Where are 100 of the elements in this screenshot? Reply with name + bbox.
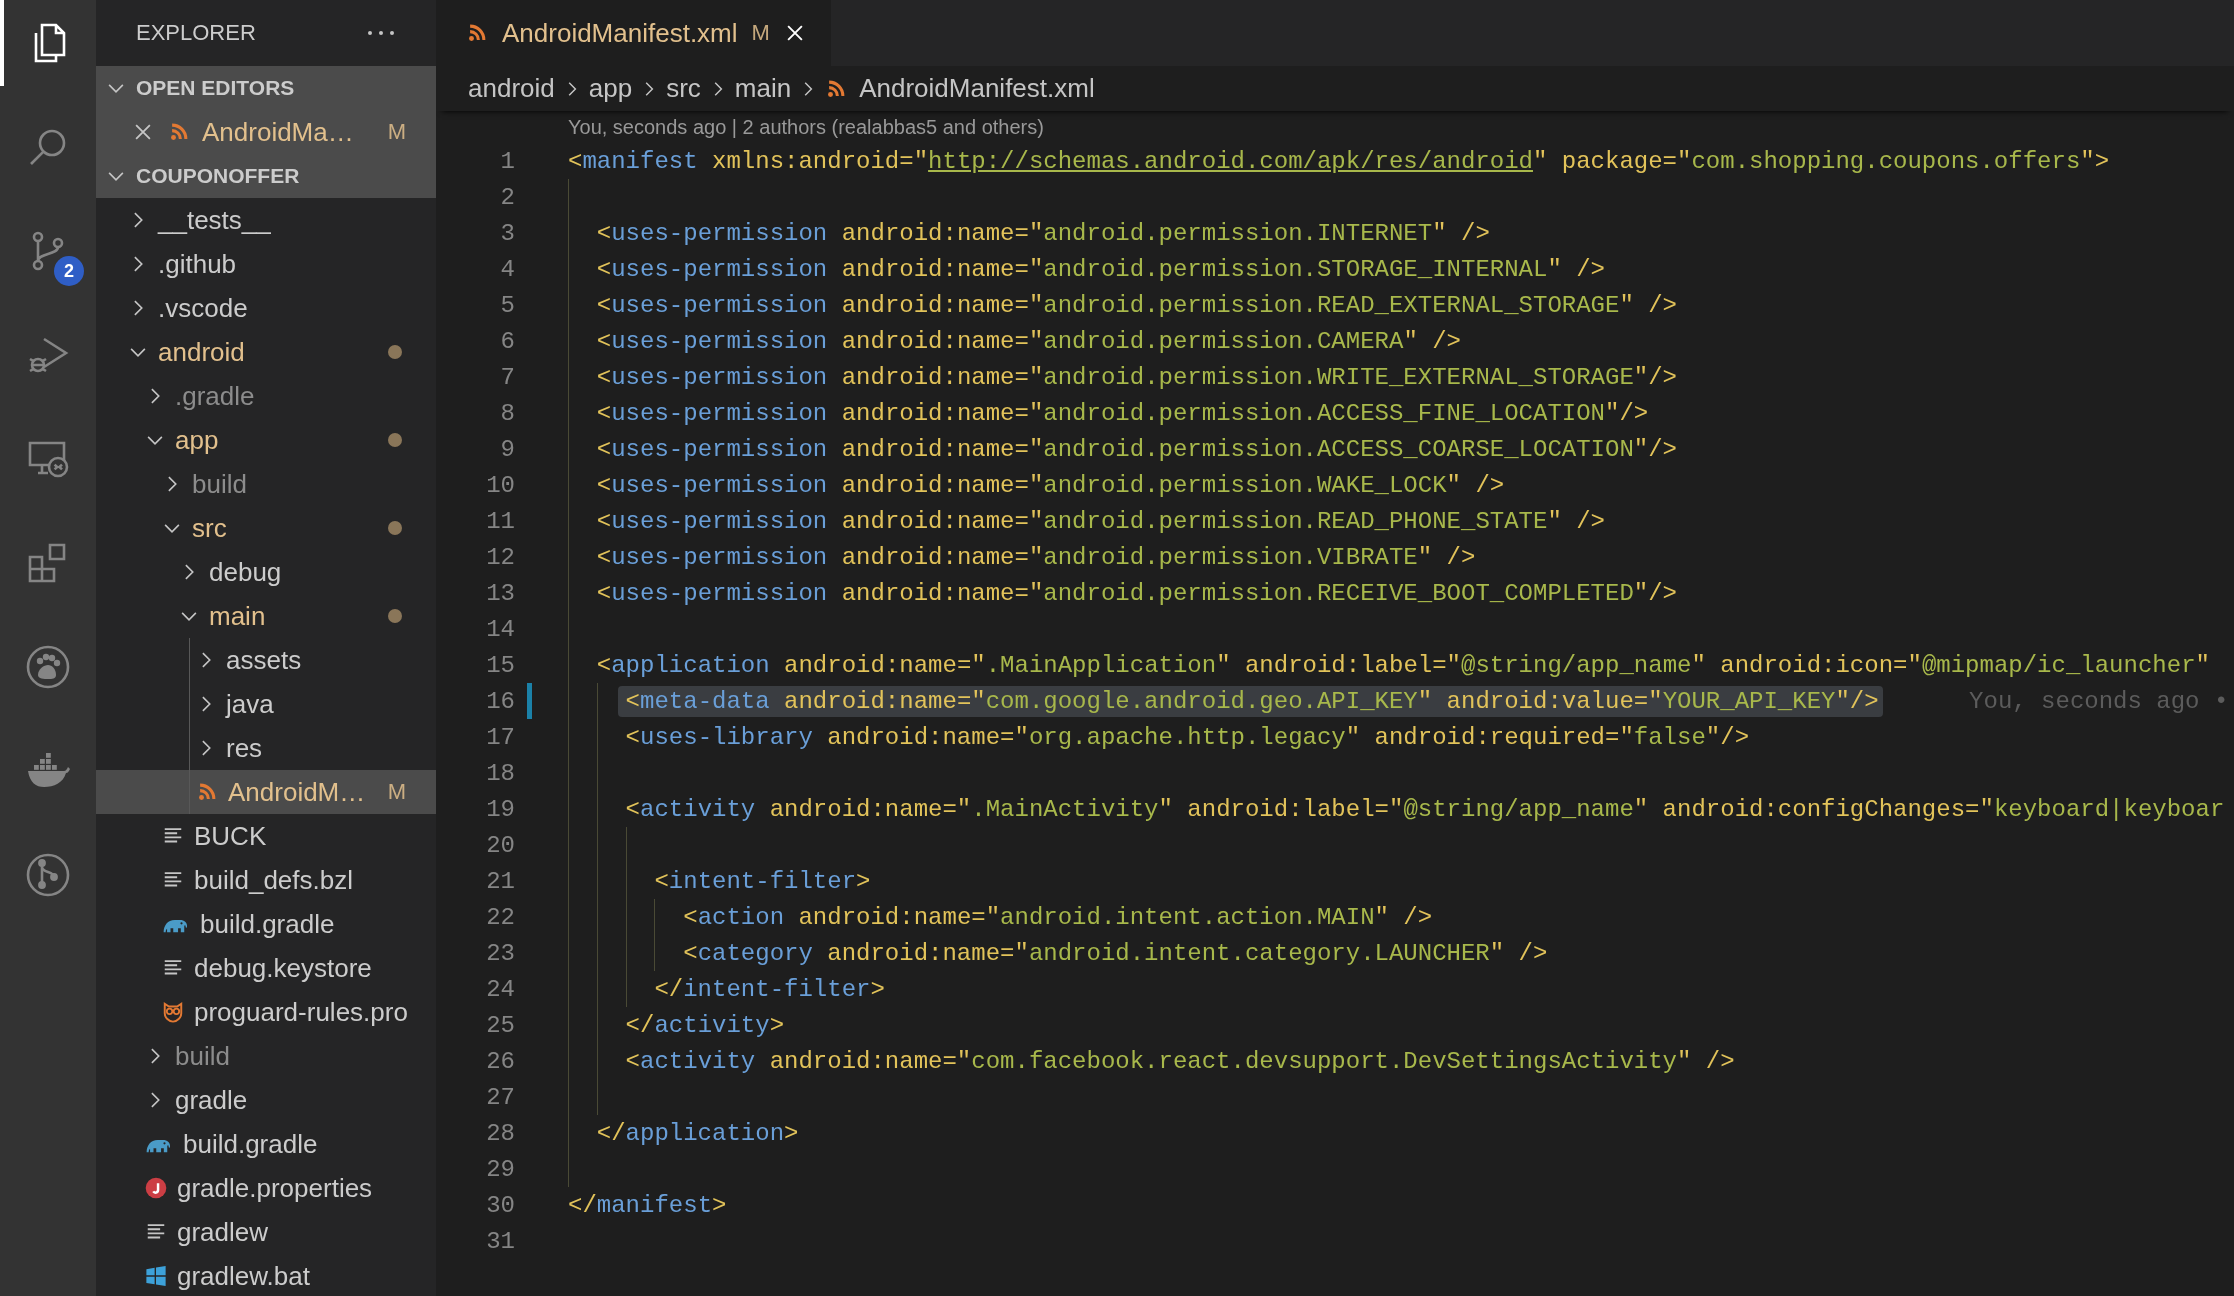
- git-status-label: M: [387, 779, 406, 805]
- code-line: </intent-filter>: [653, 975, 885, 1003]
- owl-icon: [162, 1001, 184, 1023]
- file-item[interactable]: AndroidM… M: [96, 770, 436, 814]
- code-line: <uses-permission android:name="android.permission.RECEIVE_BOOT_COMPLETED"/>: [595, 579, 1678, 607]
- folder-item[interactable]: assets: [96, 638, 436, 682]
- line-number: 12: [485, 543, 515, 571]
- section-header[interactable]: OPEN EDITORS: [96, 66, 436, 110]
- section-header[interactable]: COUPONOFFER: [96, 154, 436, 198]
- activity-bar-item[interactable]: 2: [0, 208, 96, 294]
- file-item[interactable]: gradlew.bat: [96, 1254, 436, 1296]
- rss-icon: [466, 22, 488, 44]
- code-line: </activity>: [624, 1011, 785, 1039]
- folder-item[interactable]: debug: [96, 550, 436, 594]
- file-item[interactable]: proguard-rules.pro: [96, 990, 436, 1034]
- more-icon[interactable]: [366, 28, 396, 38]
- codelens-text[interactable]: You, seconds ago | 2 authors (realabbas5 and others): [568, 115, 1044, 139]
- folder-item[interactable]: __tests__: [96, 198, 436, 242]
- file-item[interactable]: BUCK: [96, 814, 436, 858]
- line-number: 22: [485, 903, 515, 931]
- line-number: 14: [485, 615, 515, 643]
- folder-item[interactable]: .github: [96, 242, 436, 286]
- folder-item[interactable]: .gradle: [96, 374, 436, 418]
- line-number: 23: [485, 939, 515, 967]
- line-number: 6: [499, 327, 515, 355]
- code-line: <action android:name="android.intent.action.MAIN" />: [682, 903, 1433, 931]
- line-number: 10: [485, 471, 515, 499]
- line-number: 24: [485, 975, 515, 1003]
- paw-icon: [24, 643, 72, 691]
- code-line: </application>: [595, 1119, 799, 1147]
- line-number: 3: [499, 219, 515, 247]
- line-number: 17: [485, 723, 515, 751]
- open-editor-item[interactable]: AndroidMa… M: [96, 110, 436, 154]
- line-number: 13: [485, 579, 515, 607]
- file-item[interactable]: build.gradle: [96, 902, 436, 946]
- file-item[interactable]: build_defs.bzl: [96, 858, 436, 902]
- code-line: </manifest>: [568, 1191, 727, 1219]
- line-number: 1: [499, 147, 515, 175]
- code-line: <uses-permission android:name="android.permission.VIBRATE" />: [595, 543, 1476, 571]
- line-number: 20: [485, 831, 515, 859]
- folder-item[interactable]: res: [96, 726, 436, 770]
- folder-item[interactable]: gradle: [96, 1078, 436, 1122]
- line-number: 5: [499, 291, 515, 319]
- sidebar-title: EXPLORER: [136, 20, 256, 46]
- folder-item[interactable]: java: [96, 682, 436, 726]
- line-number: 28: [485, 1119, 515, 1147]
- code-line: <activity android:name=".MainActivity" android:label="@string/app_name" android:configChanges="keyboard|keyboar: [624, 795, 2225, 823]
- breadcrumb-item[interactable]: app: [588, 73, 633, 104]
- folder-item[interactable]: android: [96, 330, 436, 374]
- code-line: <uses-permission android:name="android.permission.READ_EXTERNAL_STORAGE" />: [595, 291, 1677, 319]
- file-item[interactable]: debug.keystore: [96, 946, 436, 990]
- folder-item[interactable]: app: [96, 418, 436, 462]
- file-item[interactable]: gradlew: [96, 1210, 436, 1254]
- line-number: 11: [485, 507, 515, 535]
- line-number: 8: [499, 399, 515, 427]
- breadcrumb-item[interactable]: android: [468, 73, 555, 104]
- line-number: 25: [485, 1011, 515, 1039]
- git-status-label: M: [387, 119, 406, 145]
- code-line: <uses-library android:name="org.apache.http.legacy" android:required="false"/>: [624, 723, 1750, 751]
- rss-icon: [168, 121, 190, 143]
- properties-file-icon: [145, 1177, 167, 1199]
- line-number: 31: [485, 1227, 515, 1255]
- code-line: <manifest xmlns:android="http://schemas.android.com/apk/res/android" package="com.shopping.coupons.offers">: [568, 147, 2110, 175]
- code-line: <uses-permission android:name="android.permission.CAMERA" />: [595, 327, 1461, 355]
- line-number: 29: [485, 1155, 515, 1183]
- line-number: 30: [485, 1191, 515, 1219]
- window-panes-icon: [145, 1265, 167, 1287]
- code-line: <category android:name="android.intent.category.LAUNCHER" />: [682, 939, 1548, 967]
- code-line: <activity android:name="com.facebook.react.devsupport.DevSettingsActivity" />: [624, 1047, 1735, 1075]
- line-number: 15: [485, 651, 515, 679]
- folder-item[interactable]: .vscode: [96, 286, 436, 330]
- code-line: <uses-permission android:name="android.permission.WAKE_LOCK" />: [595, 471, 1505, 499]
- line-number: 21: [485, 867, 515, 895]
- line-number: 2: [499, 183, 515, 211]
- file-item[interactable]: gradle.properties: [96, 1166, 436, 1210]
- blame-annotation: You, seconds ago •: [1969, 687, 2229, 715]
- line-number: 27: [485, 1083, 515, 1111]
- line-number: 19: [485, 795, 515, 823]
- line-number: 7: [499, 363, 515, 391]
- code-line: <uses-permission android:name="android.permission.ACCESS_COARSE_LOCATION"/>: [595, 435, 1678, 463]
- line-number: 18: [485, 759, 515, 787]
- code-line: <application android:name=".MainApplication" android:label="@string/app_name" android:icon="@mipmap/ic_launcher": [595, 651, 2210, 679]
- branch-circle-icon: [24, 851, 72, 899]
- file-item[interactable]: build.gradle: [96, 1122, 436, 1166]
- folder-item[interactable]: build: [96, 1034, 436, 1078]
- line-number: 16: [485, 687, 515, 715]
- breadcrumb-item[interactable]: main: [734, 73, 792, 104]
- breadcrumb-item[interactable]: src: [666, 73, 701, 104]
- line-number: 9: [499, 435, 515, 463]
- editor-tab[interactable]: AndroidManifest.xml M: [436, 0, 831, 66]
- count-badge: 2: [54, 256, 84, 286]
- folder-item[interactable]: src: [96, 506, 436, 550]
- code-line: <uses-permission android:name="android.permission.STORAGE_INTERNAL" />: [595, 255, 1605, 283]
- code-line: <uses-permission android:name="android.permission.READ_PHONE_STATE" />: [595, 507, 1605, 535]
- code-line: <uses-permission android:name="android.permission.WRITE_EXTERNAL_STORAGE"/>: [595, 363, 1678, 391]
- code-line: <uses-permission android:name="android.permission.ACCESS_FINE_LOCATION"/>: [595, 399, 1649, 427]
- breadcrumb-item[interactable]: AndroidManifest.xml: [825, 73, 1095, 104]
- line-number: 26: [485, 1047, 515, 1075]
- folder-item[interactable]: build: [96, 462, 436, 506]
- folder-item[interactable]: main: [96, 594, 436, 638]
